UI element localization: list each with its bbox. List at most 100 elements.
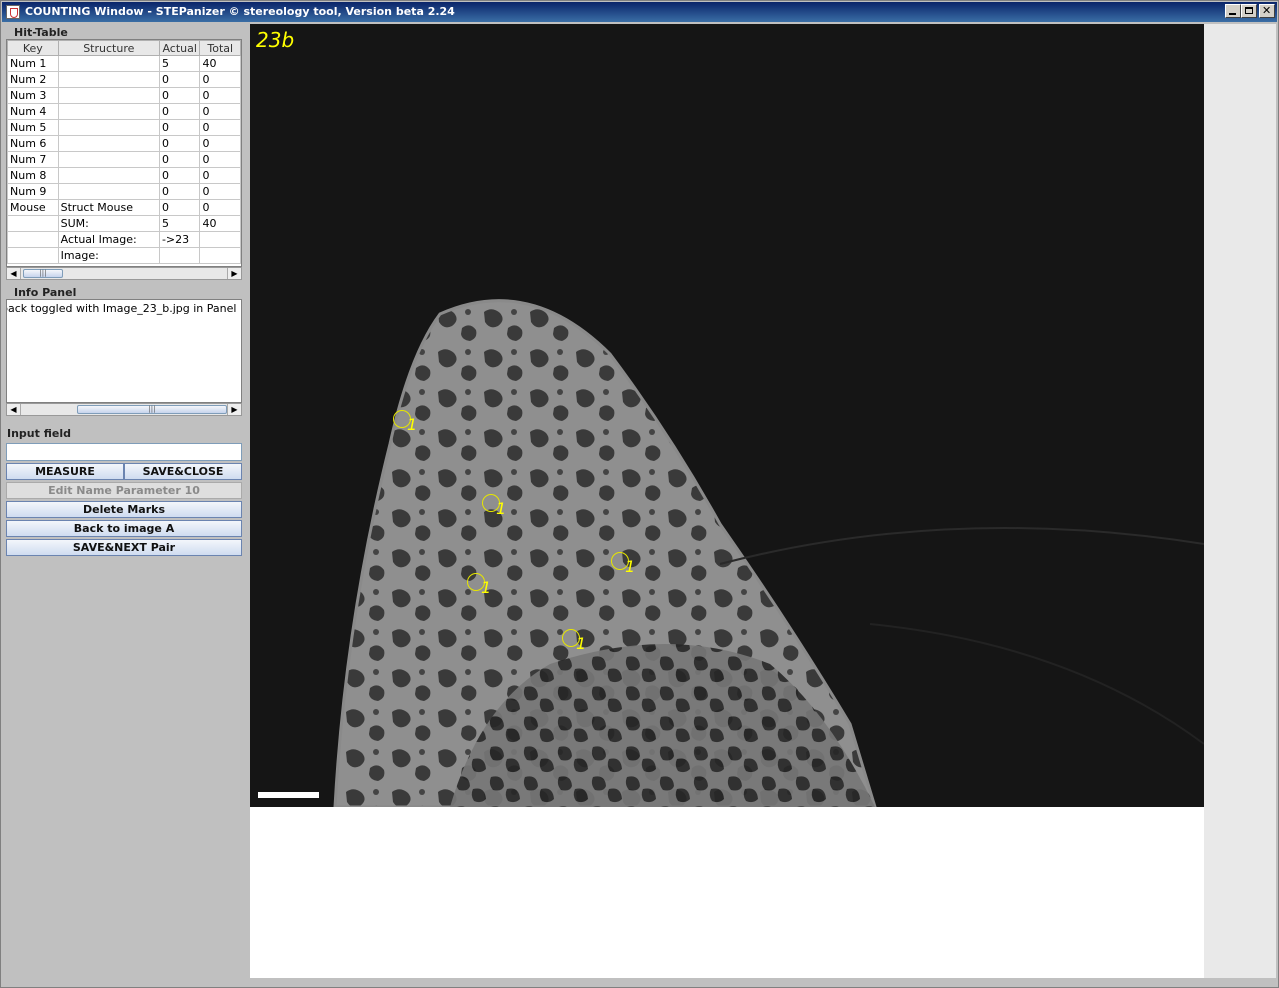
cell-total[interactable]: 0 — [199, 135, 241, 152]
table-row[interactable]: Actual Image: ->23 — [7, 231, 241, 248]
measure-button[interactable]: MEASURE — [6, 463, 124, 480]
cell-structure[interactable] — [57, 119, 160, 136]
table-row[interactable]: Image: — [7, 247, 241, 264]
count-marker[interactable]: 1 — [467, 573, 507, 613]
cell-actual[interactable]: 0 — [158, 135, 201, 152]
cell-key[interactable]: Num 4 — [7, 103, 59, 120]
input-field[interactable] — [6, 443, 242, 461]
cell-total[interactable]: 0 — [199, 119, 241, 136]
cell-total[interactable] — [199, 247, 241, 264]
close-button[interactable]: ✕ — [1259, 4, 1275, 18]
table-row[interactable]: Mouse Struct Mouse 0 0 — [7, 199, 241, 216]
cell-key[interactable]: Num 6 — [7, 135, 59, 152]
cell-total[interactable]: 0 — [199, 167, 241, 184]
column-header-actual[interactable]: Actual — [158, 40, 201, 56]
cell-structure[interactable] — [57, 167, 160, 184]
cell-structure[interactable]: SUM: — [57, 215, 160, 232]
column-header-structure[interactable]: Structure — [57, 40, 160, 56]
table-row[interactable]: Num 3 00 — [7, 87, 241, 104]
scroll-thumb[interactable]: ||| — [77, 405, 227, 414]
maximize-icon — [1245, 7, 1253, 14]
cell-key[interactable]: Num 3 — [7, 87, 59, 104]
cell-key[interactable]: Num 9 — [7, 183, 59, 200]
minimize-button[interactable] — [1225, 4, 1241, 18]
cell-actual[interactable]: ->23 — [158, 231, 201, 248]
cell-actual[interactable]: 0 — [158, 167, 201, 184]
table-row[interactable]: Num 7 00 — [7, 151, 241, 168]
cell-key[interactable] — [7, 215, 59, 232]
cell-structure[interactable]: Actual Image: — [57, 231, 160, 248]
hit-table[interactable]: Key Structure Actual Total Num 1 5 40 Num 2… — [6, 39, 242, 267]
count-marker[interactable]: 1 — [482, 494, 522, 534]
table-row[interactable]: Num 4 00 — [7, 103, 241, 120]
cell-actual[interactable]: 0 — [158, 183, 201, 200]
cell-structure[interactable] — [57, 71, 160, 88]
cell-total[interactable]: 40 — [199, 215, 241, 232]
delete-marks-button[interactable]: Delete Marks — [6, 501, 242, 518]
cell-key[interactable]: Num 8 — [7, 167, 59, 184]
scroll-left-arrow-icon[interactable]: ◀ — [7, 268, 21, 279]
maximize-button[interactable] — [1241, 4, 1257, 18]
cell-actual[interactable]: 0 — [158, 87, 201, 104]
count-marker[interactable]: 1 — [393, 410, 433, 450]
cell-structure[interactable] — [57, 151, 160, 168]
cell-structure[interactable]: Struct Mouse — [57, 199, 160, 216]
cell-total[interactable]: 0 — [199, 71, 241, 88]
cell-structure[interactable] — [57, 183, 160, 200]
cell-actual[interactable]: 0 — [158, 151, 201, 168]
scroll-thumb[interactable]: ||| — [23, 269, 63, 278]
cell-key[interactable]: Mouse — [7, 199, 59, 216]
cell-structure[interactable]: Image: — [57, 247, 160, 264]
window-title: COUNTING Window - STEPanizer © stereolog… — [25, 5, 455, 18]
table-row[interactable]: Num 9 00 — [7, 183, 241, 200]
back-to-image-button[interactable]: Back to image A — [6, 520, 242, 537]
table-row[interactable]: Num 5 00 — [7, 119, 241, 136]
save-next-pair-button[interactable]: SAVE&NEXT Pair — [6, 539, 242, 556]
cell-actual[interactable]: 0 — [158, 199, 201, 216]
scroll-left-arrow-icon[interactable]: ◀ — [7, 404, 21, 415]
save-close-button[interactable]: SAVE&CLOSE — [124, 463, 242, 480]
cell-actual[interactable]: 0 — [158, 71, 201, 88]
cell-total[interactable]: 0 — [199, 199, 241, 216]
table-row[interactable]: Num 8 00 — [7, 167, 241, 184]
cell-structure[interactable] — [57, 103, 160, 120]
cell-actual[interactable]: 5 — [158, 55, 201, 72]
count-marker[interactable]: 1 — [611, 552, 651, 592]
image-viewport[interactable]: 23b 1 1 1 1 1 — [250, 24, 1204, 807]
scroll-right-arrow-icon[interactable]: ▶ — [227, 404, 241, 415]
column-header-key[interactable]: Key — [7, 40, 59, 56]
cell-key[interactable]: Num 5 — [7, 119, 59, 136]
cell-total[interactable]: 0 — [199, 87, 241, 104]
count-marker[interactable]: 1 — [562, 629, 602, 669]
title-bar[interactable]: COUNTING Window - STEPanizer © stereolog… — [2, 2, 1277, 22]
cell-structure[interactable] — [57, 87, 160, 104]
cell-total[interactable]: 0 — [199, 151, 241, 168]
cell-total[interactable] — [199, 231, 241, 248]
table-row[interactable]: Num 2 00 — [7, 71, 241, 88]
cell-key[interactable] — [7, 247, 59, 264]
cell-structure[interactable] — [57, 55, 160, 72]
table-row[interactable]: Num 1 5 40 — [7, 55, 241, 72]
hit-table-horizontal-scrollbar[interactable]: ◀ ||| ▶ — [6, 267, 242, 280]
cell-actual[interactable]: 0 — [158, 119, 201, 136]
table-row[interactable]: SUM: 5 40 — [7, 215, 241, 232]
cell-actual[interactable]: 5 — [158, 215, 201, 232]
cell-actual[interactable]: 0 — [158, 103, 201, 120]
info-panel-label: Info Panel — [14, 286, 77, 299]
cell-total[interactable]: 40 — [199, 55, 241, 72]
scroll-right-arrow-icon[interactable]: ▶ — [227, 268, 241, 279]
cell-key[interactable]: Num 2 — [7, 71, 59, 88]
cell-actual[interactable] — [158, 247, 201, 264]
cell-total[interactable]: 0 — [199, 183, 241, 200]
table-row[interactable]: Num 6 00 — [7, 135, 241, 152]
cell-structure[interactable] — [57, 135, 160, 152]
cell-total[interactable]: 0 — [199, 103, 241, 120]
cell-key[interactable]: Num 7 — [7, 151, 59, 168]
info-panel-text-area[interactable]: back toggled with Image_23_b.jpg in Pane… — [6, 299, 242, 403]
cell-key[interactable]: Num 1 — [7, 55, 59, 72]
column-header-total[interactable]: Total — [199, 40, 241, 56]
hit-table-grid[interactable]: Key Structure Actual Total Num 1 5 40 Num 2… — [7, 40, 241, 264]
info-panel-horizontal-scrollbar[interactable]: ◀ ||| ▶ — [6, 403, 242, 416]
cell-key[interactable] — [7, 231, 59, 248]
hit-table-label: Hit-Table — [14, 26, 68, 39]
